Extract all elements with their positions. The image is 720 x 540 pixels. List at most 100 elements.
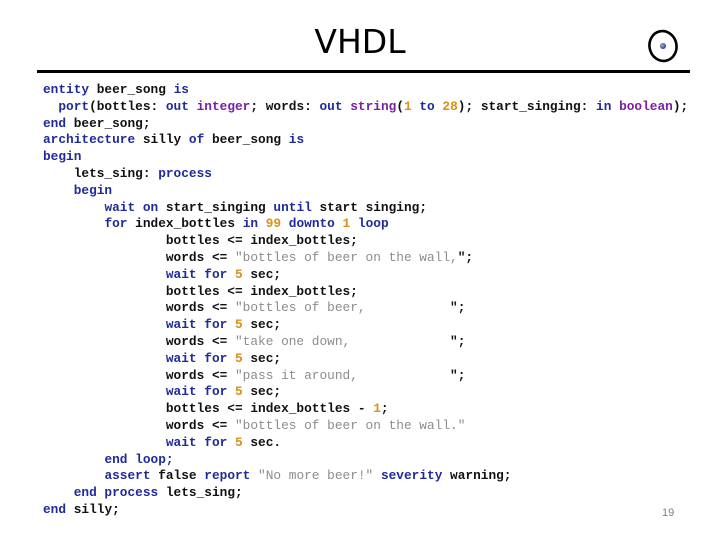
code-keyword: out bbox=[165, 98, 189, 114]
code-number: 1 bbox=[373, 401, 381, 417]
code-line: begin bbox=[43, 183, 688, 200]
code-line: wait for 5 sec; bbox=[43, 351, 688, 368]
code-line: for index_bottles in 99 downto 1 loop bbox=[43, 216, 688, 233]
code-string: "bottles of beer on the wall, bbox=[235, 249, 458, 265]
code-keyword: end process bbox=[73, 485, 159, 501]
code-keyword: entity bbox=[43, 82, 90, 97]
code-number: 99 bbox=[265, 216, 282, 232]
code-text: words <= bbox=[165, 249, 235, 265]
code-text: "; bbox=[457, 249, 474, 265]
code-keyword: in bbox=[596, 98, 612, 114]
code-text: "; bbox=[450, 300, 466, 316]
code-keyword: in bbox=[242, 216, 259, 232]
code-text: beer_song; bbox=[66, 115, 151, 131]
code-line: bottles <= index_bottles; bbox=[43, 233, 688, 250]
code-keyword: downto bbox=[288, 216, 335, 232]
code-keyword: begin bbox=[73, 182, 113, 198]
code-keyword: until bbox=[273, 199, 312, 215]
code-keyword: to bbox=[419, 98, 435, 114]
circle-dot-logo-icon bbox=[648, 29, 678, 63]
code-keyword: of bbox=[188, 132, 205, 148]
code-text: bottles <= index_bottles; bbox=[165, 283, 358, 299]
code-string: "bottles of beer, bbox=[235, 300, 451, 316]
code-number: 5 bbox=[235, 384, 243, 400]
code-text: ); start_singing: bbox=[457, 98, 597, 114]
code-text: "; bbox=[450, 367, 466, 383]
code-keyword: begin bbox=[43, 149, 82, 165]
code-string: "No more beer!" bbox=[258, 468, 374, 484]
code-text: ); bbox=[672, 98, 689, 114]
code-keyword: end bbox=[43, 501, 67, 517]
code-number: 28 bbox=[442, 98, 458, 114]
code-string: "pass it around, bbox=[235, 367, 451, 383]
code-keyword: end bbox=[43, 115, 67, 131]
code-keyword: port bbox=[58, 98, 90, 114]
code-keyword: loop bbox=[357, 216, 389, 232]
code-text: silly bbox=[135, 132, 189, 148]
code-line: words <= "bottles of beer, "; bbox=[43, 300, 688, 317]
code-keyword: report bbox=[204, 468, 251, 484]
code-number: 5 bbox=[235, 317, 243, 333]
code-number: 5 bbox=[235, 350, 243, 366]
code-text: beer_song bbox=[89, 82, 174, 97]
slide-title: VHDL bbox=[314, 22, 406, 61]
code-text: ; bbox=[380, 401, 389, 417]
code-number: 5 bbox=[235, 266, 243, 282]
code-text: words <= bbox=[165, 333, 235, 349]
code-keyword: out bbox=[319, 98, 343, 114]
code-line: words <= "bottles of beer on the wall,"; bbox=[43, 250, 688, 267]
page-number: 19 bbox=[662, 507, 675, 519]
code-line: end silly; bbox=[43, 502, 688, 519]
code-line: wait for 5 sec. bbox=[43, 435, 688, 452]
code-line: wait for 5 sec; bbox=[43, 267, 688, 284]
code-text: beer_song bbox=[204, 132, 289, 148]
code-keyword: process bbox=[158, 165, 212, 181]
code-text: silly; bbox=[66, 501, 120, 517]
code-text: warning; bbox=[442, 468, 512, 484]
code-text: words <= bbox=[165, 300, 235, 316]
code-text: (bottles: bbox=[89, 98, 166, 114]
code-keyword: architecture bbox=[43, 132, 136, 148]
code-text: sec. bbox=[242, 434, 282, 450]
code-text: lets_sing; bbox=[158, 485, 243, 501]
code-line: port(bottles: out integer; words: out st… bbox=[43, 99, 688, 116]
code-line: end loop; bbox=[43, 452, 688, 469]
code-line: entity beer_song is bbox=[43, 82, 688, 99]
code-text: words <= bbox=[165, 417, 235, 433]
code-text: sec; bbox=[242, 266, 282, 282]
code-keyword: wait for bbox=[165, 317, 228, 333]
code-text: sec; bbox=[242, 317, 282, 333]
code-keyword: for bbox=[104, 216, 128, 232]
code-line: wait on start_singing until start singin… bbox=[43, 200, 688, 217]
title-divider bbox=[37, 70, 690, 73]
code-keyword: assert bbox=[104, 468, 151, 484]
code-text: ( bbox=[396, 98, 404, 114]
code-text: false bbox=[150, 468, 205, 484]
code-keyword: wait for bbox=[165, 350, 228, 366]
code-text: lets_sing: bbox=[73, 165, 159, 181]
code-line: wait for 5 sec; bbox=[43, 317, 688, 334]
